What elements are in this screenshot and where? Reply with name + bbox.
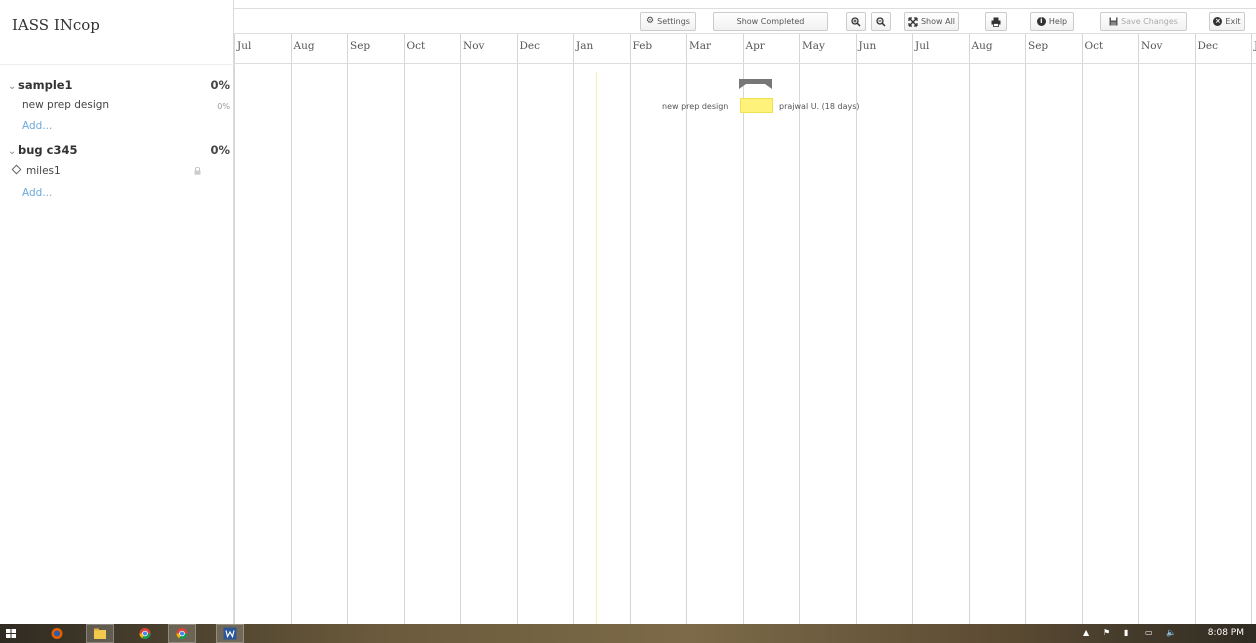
add-link-label[interactable]: Add...: [22, 120, 52, 132]
settings-button[interactable]: ⚙ Settings: [640, 12, 696, 31]
gantt-task-bar[interactable]: [740, 98, 773, 113]
os-taskbar: ▲ ⚑ ▮ ▭ 🔈 8:08 PM: [0, 624, 1256, 643]
zoom-out-icon: [876, 16, 886, 27]
help-button[interactable]: i Help: [1030, 12, 1074, 31]
tray-network-icon[interactable]: ▭: [1145, 628, 1153, 637]
task-row-new-prep-design[interactable]: new prep design 0%: [0, 96, 234, 116]
milestone-diamond-icon: [11, 164, 22, 175]
zoom-in-icon: [851, 16, 861, 27]
word-icon[interactable]: [223, 627, 237, 640]
project-percent: 0%: [210, 143, 230, 157]
chevron-down-icon[interactable]: ⌄: [8, 146, 18, 157]
milestone-name: miles1: [26, 165, 61, 177]
chrome-icon[interactable]: [175, 627, 189, 640]
sidebar-divider: [0, 64, 234, 65]
show-all-button[interactable]: Show All: [904, 12, 959, 31]
tray-signal-icon[interactable]: ▮: [1124, 628, 1128, 637]
gear-icon: ⚙: [646, 16, 655, 26]
chrome-icon[interactable]: [138, 627, 152, 640]
chevron-down-icon[interactable]: ⌄: [8, 81, 18, 92]
info-icon: i: [1036, 17, 1046, 26]
project-sidebar: IASS INcop ⌄ sample1 0% new prep design 0…: [0, 0, 234, 624]
save-changes-button[interactable]: Save Changes: [1100, 12, 1187, 31]
add-milestone-link[interactable]: Add...: [0, 184, 234, 204]
expand-icon: [908, 16, 918, 27]
milestone-row-miles1[interactable]: miles1: [0, 162, 234, 182]
taskbar-clock[interactable]: 8:08 PM: [1208, 628, 1244, 638]
today-marker: [596, 72, 597, 624]
project-summary-bar[interactable]: [739, 79, 772, 89]
show-completed-button[interactable]: Show Completed: [713, 12, 828, 31]
project-row-bug-c345[interactable]: ⌄ bug c345 0%: [0, 140, 234, 160]
gantt-bar-assignee: prajwal U. (18 days): [779, 102, 860, 111]
gantt-app: IASS INcop ⌄ sample1 0% new prep design 0…: [0, 0, 1256, 624]
project-percent: 0%: [210, 78, 230, 92]
lock-icon: [194, 167, 201, 175]
toolbar: ⚙ Settings Show Completed Show All i Help …: [234, 8, 1256, 34]
close-icon: ×: [1213, 17, 1223, 26]
project-name: bug c345: [18, 143, 78, 157]
zoom-in-button[interactable]: [846, 12, 866, 31]
print-button[interactable]: [985, 12, 1007, 31]
file-explorer-icon[interactable]: [93, 627, 107, 640]
gantt-bar-label: new prep design: [662, 102, 729, 111]
add-link-label[interactable]: Add...: [22, 187, 52, 199]
tray-volume-icon[interactable]: 🔈: [1166, 628, 1176, 637]
task-name: new prep design: [22, 99, 110, 111]
print-icon: [991, 17, 1001, 27]
start-windows-icon[interactable]: [4, 627, 18, 640]
app-title: IASS INcop: [12, 16, 100, 34]
project-name: sample1: [18, 78, 73, 92]
task-percent: 0%: [217, 102, 230, 111]
tray-flag-icon[interactable]: ⚑: [1103, 628, 1110, 637]
exit-button[interactable]: × Exit: [1209, 12, 1245, 31]
firefox-icon[interactable]: [50, 627, 64, 640]
gantt-chart-area: new prep design prajwal U. (18 days): [234, 34, 1256, 624]
project-row-sample1[interactable]: ⌄ sample1 0%: [0, 75, 234, 95]
add-task-link[interactable]: Add...: [0, 117, 234, 137]
zoom-out-button[interactable]: [871, 12, 891, 31]
save-icon: [1109, 17, 1118, 26]
tray-show-hidden-icon[interactable]: ▲: [1083, 628, 1089, 637]
